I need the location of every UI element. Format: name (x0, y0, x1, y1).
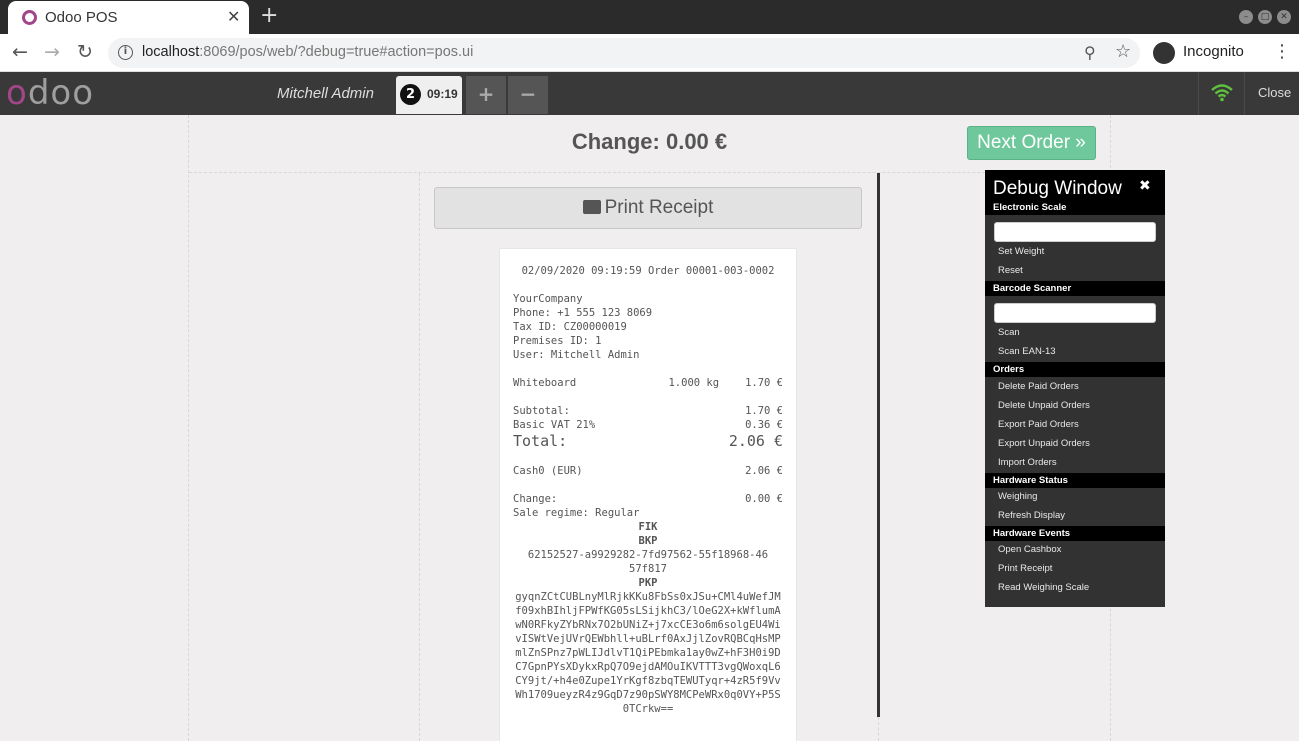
receipt-company: YourCompany (513, 293, 583, 305)
right-divider (878, 717, 879, 741)
section-electronic-scale: Electronic Scale (985, 200, 1165, 215)
reload-icon[interactable]: ↻ (77, 41, 93, 63)
window-close-icon[interactable]: ✕ (1277, 10, 1291, 24)
receipt-user: User: Mitchell Admin (513, 349, 640, 361)
receipt-total: Total: 2.06 € (513, 432, 783, 450)
add-order-button[interactable]: + (466, 76, 506, 114)
url-field[interactable]: i localhost:8069/pos/web/?debug=true#act… (108, 38, 1140, 68)
receipt-payment: Cash0 (EUR) 2.06 € (513, 465, 783, 477)
line-product: Whiteboard (513, 377, 577, 389)
new-tab-icon[interactable]: + (260, 3, 278, 28)
remove-order-button[interactable]: − (508, 76, 548, 114)
pos-header: odoo Mitchell Admin 2 09:19 + − Close (0, 72, 1299, 115)
receipt-vat: Basic VAT 21% 0.36 € (513, 419, 783, 431)
receipt-header-line: 02/09/2020 09:19:59 Order 00001-003-0002 (521, 265, 775, 277)
delete-paid-orders-button[interactable]: Delete Paid Orders (998, 381, 1079, 392)
incognito-icon (1153, 42, 1175, 64)
close-pos-button[interactable]: Close (1244, 72, 1299, 115)
forward-icon[interactable]: → (44, 41, 60, 63)
refresh-display-button[interactable]: Refresh Display (998, 510, 1065, 521)
section-hardware-events: Hardware Events (985, 526, 1165, 541)
scan-button[interactable]: Scan (998, 327, 1020, 338)
browser-tab[interactable]: Odoo POS ✕ (8, 1, 249, 34)
scan-ean-button[interactable]: Scan EAN-13 (998, 346, 1056, 357)
receipt-phone: Phone: +1 555 123 8069 (513, 307, 653, 319)
receipt-tax-id: Tax ID: CZ00000019 (513, 321, 627, 333)
receipt-subtotal: Subtotal: 1.70 € (513, 405, 783, 417)
receipt: 02/09/2020 09:19:59 Order 00001-003-0002… (499, 248, 797, 741)
screen-top-bar: Change: 0.00 € Next Order » (189, 115, 1110, 173)
reset-button[interactable]: Reset (998, 265, 1023, 276)
back-icon[interactable]: ← (12, 41, 28, 63)
line-price: 1.70 € (745, 377, 783, 389)
incognito-label: Incognito (1183, 43, 1244, 60)
receipt-premises: Premises ID: 1 (513, 335, 602, 347)
set-weight-button[interactable]: Set Weight (998, 246, 1044, 257)
bookmark-star-icon[interactable]: ☆ (1115, 41, 1131, 62)
receipt-change: Change: 0.00 € (513, 493, 783, 505)
bkp-value: 62152527-a9929282-7fd97562-55f18968-4657… (527, 549, 769, 575)
address-bar: ← → ↻ i localhost:8069/pos/web/?debug=tr… (0, 34, 1299, 72)
pkp-value: gyqnZCtCUBLnyMlRjkKKu8FbSs0xJSu+CMl4uWef… (515, 591, 781, 715)
cashier-name[interactable]: Mitchell Admin (277, 85, 374, 102)
zoom-icon[interactable]: ⚲ (1084, 43, 1096, 62)
browser-menu-icon[interactable]: ⋮ (1273, 41, 1291, 62)
tab-close-icon[interactable]: ✕ (227, 7, 240, 26)
export-paid-orders-button[interactable]: Export Paid Orders (998, 419, 1079, 430)
print-receipt-label: Print Receipt (604, 197, 714, 218)
browser-tab-bar: Odoo POS ✕ + – □ ✕ (0, 0, 1299, 34)
odoo-logo: odoo (6, 73, 94, 113)
weighing-button[interactable]: Weighing (998, 491, 1037, 502)
barcode-input[interactable] (994, 303, 1156, 323)
minimize-icon[interactable]: – (1239, 10, 1253, 24)
tab-title: Odoo POS (45, 9, 118, 26)
receipt-line: Whiteboard 1.000 kg 1.70 € (513, 376, 783, 390)
proxy-status[interactable] (1198, 72, 1244, 115)
url-text[interactable]: localhost:8069/pos/web/?debug=true#actio… (142, 44, 473, 60)
debug-print-receipt-button[interactable]: Print Receipt (998, 563, 1052, 574)
odoo-favicon-icon (22, 10, 37, 25)
debug-title: Debug Window (993, 178, 1122, 199)
section-orders: Orders (985, 362, 1165, 377)
section-barcode-scanner: Barcode Scanner (985, 281, 1165, 296)
read-weighing-scale-button[interactable]: Read Weighing Scale (998, 582, 1089, 593)
order-tab[interactable]: 2 09:19 (396, 76, 462, 114)
import-orders-button[interactable]: Import Orders (998, 457, 1057, 468)
print-receipt-button[interactable]: Print Receipt (434, 187, 862, 229)
weight-input[interactable] (994, 222, 1156, 242)
line-qty: 1.000 kg (668, 377, 720, 389)
bkp-label: BKP (638, 535, 658, 547)
wifi-icon (1211, 84, 1233, 102)
export-unpaid-orders-button[interactable]: Export Unpaid Orders (998, 438, 1090, 449)
open-cashbox-button[interactable]: Open Cashbox (998, 544, 1061, 555)
close-label: Close (1258, 85, 1292, 100)
next-order-button[interactable]: Next Order » (967, 126, 1096, 160)
pkp-label: PKP (638, 577, 658, 589)
printer-icon (582, 200, 601, 214)
delete-unpaid-orders-button[interactable]: Delete Unpaid Orders (998, 400, 1090, 411)
order-number-badge: 2 (400, 84, 421, 105)
maximize-icon[interactable]: □ (1258, 10, 1272, 24)
left-divider (419, 173, 420, 741)
debug-close-icon[interactable]: ✖ (1139, 178, 1151, 194)
section-hardware-status: Hardware Status (985, 473, 1165, 488)
scrollbar[interactable] (877, 173, 880, 717)
order-time: 09:19 (427, 87, 458, 101)
receipt-regime: Sale regime: Regular (513, 507, 640, 519)
debug-window: Debug Window ✖ Electronic Scale Set Weig… (985, 170, 1165, 607)
fik-label: FIK (638, 521, 658, 533)
info-icon[interactable]: i (118, 45, 133, 60)
